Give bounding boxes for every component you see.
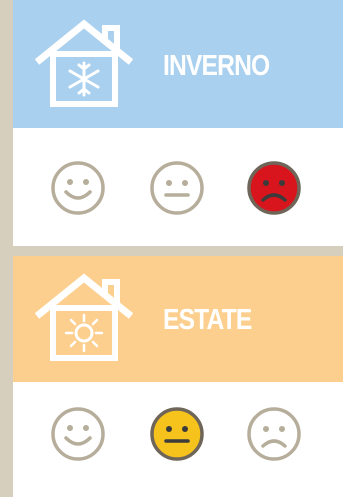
summer-rating <box>13 382 343 497</box>
house-sun-icon <box>29 272 139 362</box>
summer-happy-face-icon[interactable] <box>50 406 106 462</box>
winter-happy-face-icon[interactable] <box>50 160 106 216</box>
winter-title: INVERNO <box>163 50 270 82</box>
summer-header: ESTATE <box>13 256 343 382</box>
winter-header: INVERNO <box>13 0 343 128</box>
winter-neutral-face-icon[interactable] <box>149 160 205 216</box>
summer-sad-face-icon[interactable] <box>246 406 302 462</box>
winter-rating <box>13 128 343 246</box>
house-snowflake-icon <box>29 18 139 108</box>
summer-neutral-face-icon[interactable] <box>149 406 205 462</box>
summer-title: ESTATE <box>163 304 252 336</box>
winter-sad-face-icon[interactable] <box>246 160 302 216</box>
